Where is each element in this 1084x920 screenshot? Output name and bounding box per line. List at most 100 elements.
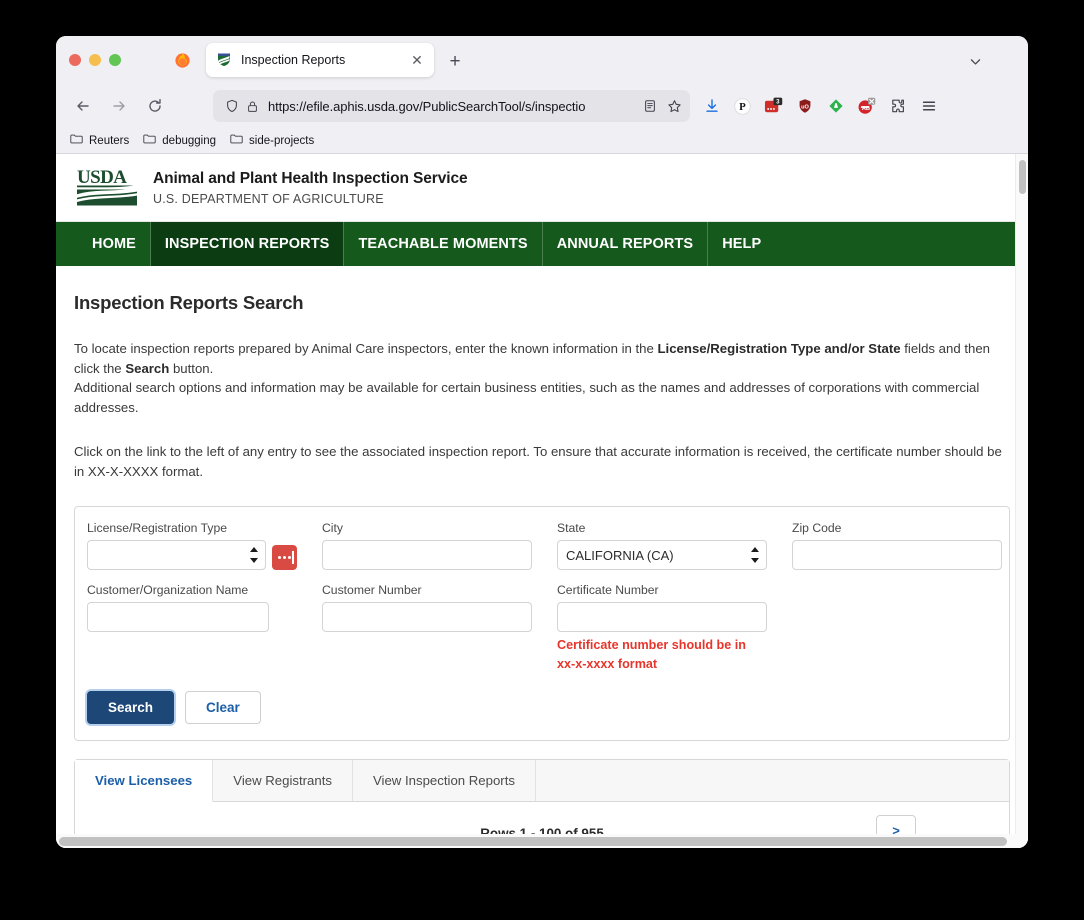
- page-viewport: USDA Animal and Plant Health Inspection …: [56, 154, 1028, 848]
- field-customer-name: Customer/Organization Name: [87, 583, 322, 674]
- svg-text:USDA: USDA: [77, 167, 127, 188]
- window-minimize-button[interactable]: [89, 54, 101, 66]
- folder-icon: [143, 132, 156, 150]
- certificate-number-input[interactable]: [557, 602, 767, 632]
- reader-view-icon[interactable]: [638, 94, 662, 118]
- customer-name-input[interactable]: [87, 602, 269, 632]
- vertical-scrollbar-thumb[interactable]: [1019, 160, 1026, 194]
- intro-line2: Additional search options and informatio…: [74, 380, 980, 415]
- license-type-select[interactable]: [87, 540, 267, 570]
- bookmark-folder-reuters[interactable]: Reuters: [70, 132, 129, 150]
- intro-bold-license-state: License/Registration Type and/or State: [657, 341, 901, 356]
- clear-button[interactable]: Clear: [185, 691, 261, 724]
- department-subtitle: U.S. DEPARTMENT OF AGRICULTURE: [153, 191, 384, 206]
- bookmark-label: debugging: [162, 134, 217, 147]
- zip-input[interactable]: [792, 540, 1002, 570]
- intro-paragraph: To locate inspection reports prepared by…: [74, 339, 1010, 417]
- lock-icon[interactable]: [244, 100, 261, 113]
- zip-label: Zip Code: [792, 521, 842, 535]
- usda-logo[interactable]: USDA: [77, 166, 139, 210]
- more-options-icon[interactable]: [272, 545, 297, 570]
- bookmark-label: side-projects: [249, 134, 315, 147]
- chevron-down-icon[interactable]: [964, 50, 986, 72]
- state-select[interactable]: CALIFORNIA (CA): [557, 540, 767, 570]
- svg-text:P: P: [739, 101, 746, 113]
- feedly-icon[interactable]: [820, 90, 851, 122]
- horizontal-scrollbar-thumb[interactable]: [59, 837, 1007, 846]
- intro-bold-search: Search: [125, 360, 170, 376]
- pocket-icon[interactable]: P: [727, 90, 758, 122]
- window-zoom-button[interactable]: [109, 54, 121, 66]
- downloads-icon[interactable]: [696, 90, 727, 122]
- folder-icon: [70, 132, 83, 150]
- folder-icon: [230, 132, 243, 150]
- extensions-puzzle-icon[interactable]: [882, 90, 913, 122]
- tab-view-licensees[interactable]: View Licensees: [75, 760, 214, 802]
- svg-text:uO: uO: [801, 104, 809, 110]
- browser-window: Inspection Reports ✕ + https://efile.aph…: [56, 36, 1028, 848]
- extension-toolbar: P 3 uO AB: [696, 90, 944, 122]
- field-city: City: [322, 521, 557, 570]
- firefox-logo-icon: [174, 52, 191, 69]
- bookmark-label: Reuters: [89, 134, 130, 147]
- field-license-type: License/Registration Type: [87, 521, 322, 570]
- agency-title: Animal and Plant Health Inspection Servi…: [153, 169, 468, 187]
- hamburger-menu-icon[interactable]: [913, 90, 944, 122]
- field-state: State CALIFORNIA (CA): [557, 521, 792, 570]
- nav-item-teachable-moments[interactable]: TEACHABLE MOMENTS: [343, 222, 541, 266]
- ublock-origin-icon[interactable]: uO: [789, 90, 820, 122]
- license-type-label: License/Registration Type: [87, 521, 228, 535]
- star-icon[interactable]: [662, 94, 686, 118]
- page-content: Inspection Reports Search To locate insp…: [56, 292, 1028, 848]
- field-customer-number: Customer Number: [322, 583, 557, 674]
- city-input[interactable]: [322, 540, 532, 570]
- browser-tab[interactable]: Inspection Reports ✕: [206, 43, 434, 77]
- site-masthead: USDA Animal and Plant Health Inspection …: [56, 154, 1028, 222]
- customer-name-label: Customer/Organization Name: [87, 583, 249, 597]
- arrow-right-icon[interactable]: [106, 93, 132, 119]
- nav-item-annual-reports[interactable]: ANNUAL REPORTS: [541, 222, 707, 266]
- url-text: https://efile.aphis.usda.gov/PublicSearc…: [268, 98, 586, 114]
- nav-item-home[interactable]: HOME: [78, 222, 150, 266]
- bookmarks-bar: Reuters debugging side-projects: [56, 128, 1028, 154]
- new-tab-button[interactable]: +: [444, 50, 466, 72]
- intro-text-c: button.: [169, 360, 214, 376]
- close-icon[interactable]: ✕: [408, 51, 426, 69]
- vertical-scrollbar[interactable]: [1015, 154, 1028, 848]
- horizontal-scrollbar[interactable]: [56, 834, 1028, 848]
- instructions-paragraph: Click on the link to the left of any ent…: [74, 444, 1002, 479]
- city-label: City: [322, 521, 343, 535]
- certificate-number-label: Certificate Number: [557, 583, 659, 597]
- tab-view-registrants[interactable]: View Registrants: [213, 760, 353, 801]
- tab-title: Inspection Reports: [241, 53, 346, 67]
- shield-icon[interactable]: [223, 99, 240, 113]
- field-zip: Zip Code: [792, 521, 1027, 570]
- bookmark-folder-side-projects[interactable]: side-projects: [230, 132, 314, 150]
- state-label: State: [557, 521, 586, 535]
- search-form: License/Registration Type City State CAL…: [87, 521, 1002, 674]
- reload-icon[interactable]: [142, 93, 168, 119]
- adblock-icon[interactable]: AB: [851, 90, 882, 122]
- window-close-button[interactable]: [69, 54, 81, 66]
- field-spacer: [792, 570, 1027, 674]
- arrow-left-icon[interactable]: [70, 93, 96, 119]
- certificate-error-message: Certificate number should be in xx-x-xxx…: [557, 638, 746, 671]
- svg-text:AB: AB: [862, 105, 870, 111]
- search-panel: License/Registration Type City State CAL…: [74, 506, 1010, 741]
- notes-extension-icon[interactable]: 3: [758, 90, 789, 122]
- nav-item-help[interactable]: HELP: [707, 222, 775, 266]
- bookmark-folder-debugging[interactable]: debugging: [143, 132, 216, 150]
- aphis-shield-icon: [216, 52, 232, 68]
- navigation-toolbar: https://efile.aphis.usda.gov/PublicSearc…: [56, 84, 1028, 128]
- page-title: Inspection Reports Search: [74, 292, 304, 313]
- nav-item-inspection-reports[interactable]: INSPECTION REPORTS: [149, 222, 344, 266]
- tab-view-inspection-reports[interactable]: View Inspection Reports: [353, 760, 536, 801]
- customer-number-input[interactable]: [322, 602, 532, 632]
- cursor-bar: [292, 551, 294, 564]
- url-bar[interactable]: https://efile.aphis.usda.gov/PublicSearc…: [213, 90, 690, 122]
- search-button[interactable]: Search: [87, 691, 175, 724]
- intro-text-a: To locate inspection reports prepared by…: [74, 341, 658, 356]
- tab-strip: Inspection Reports ✕ +: [56, 36, 1028, 84]
- results-tabs: View Licensees View Registrants View Ins…: [75, 760, 1009, 802]
- site-navigation: HOME INSPECTION REPORTS TEACHABLE MOMENT…: [56, 222, 1028, 266]
